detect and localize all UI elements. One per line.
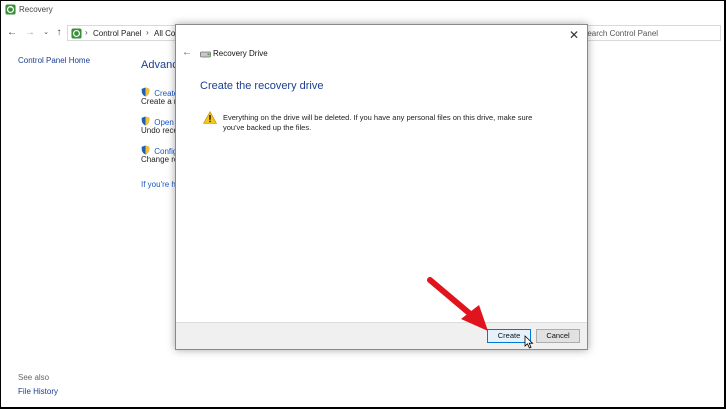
recovery-drive-dialog: ✕ ← Recovery Drive Create the recovery d… (175, 24, 588, 350)
breadcrumb-separator-icon: › (146, 28, 149, 37)
back-arrow-icon[interactable]: ← (181, 47, 193, 59)
recovery-icon (5, 4, 16, 15)
usb-drive-icon (200, 51, 211, 58)
forward-arrow-icon[interactable]: → (24, 26, 36, 40)
close-icon[interactable]: ✕ (567, 28, 581, 42)
window-title: Recovery (19, 5, 53, 14)
control-panel-icon (71, 28, 82, 39)
mouse-cursor-icon (524, 335, 534, 349)
breadcrumb-separator-icon: › (85, 28, 88, 37)
breadcrumb-control-panel[interactable]: Control Panel (93, 29, 141, 38)
dialog-heading: Create the recovery drive (200, 80, 324, 92)
warning-message: Everything on the drive will be deleted.… (223, 113, 533, 132)
file-history-link[interactable]: File History (18, 387, 58, 396)
title-bar: Recovery (1, 1, 724, 21)
dialog-title: Recovery Drive (213, 49, 268, 58)
search-placeholder: Search Control Panel (582, 29, 659, 38)
warning-icon (203, 111, 217, 124)
back-arrow-icon[interactable]: ← (6, 26, 18, 40)
up-arrow-icon[interactable]: ↑ (53, 26, 65, 40)
uac-shield-icon (141, 116, 150, 126)
red-arrow-annotation-icon (427, 277, 488, 331)
breadcrumb-all-items[interactable]: All Co (154, 29, 175, 38)
chevron-down-icon[interactable]: ⌄ (40, 26, 52, 40)
cancel-button[interactable]: Cancel (536, 329, 580, 343)
see-also-label: See also (18, 373, 50, 382)
left-pane: Control Panel Home (18, 56, 90, 65)
control-panel-home-link[interactable]: Control Panel Home (18, 56, 90, 65)
uac-shield-icon (141, 145, 150, 155)
uac-shield-icon (141, 87, 150, 97)
